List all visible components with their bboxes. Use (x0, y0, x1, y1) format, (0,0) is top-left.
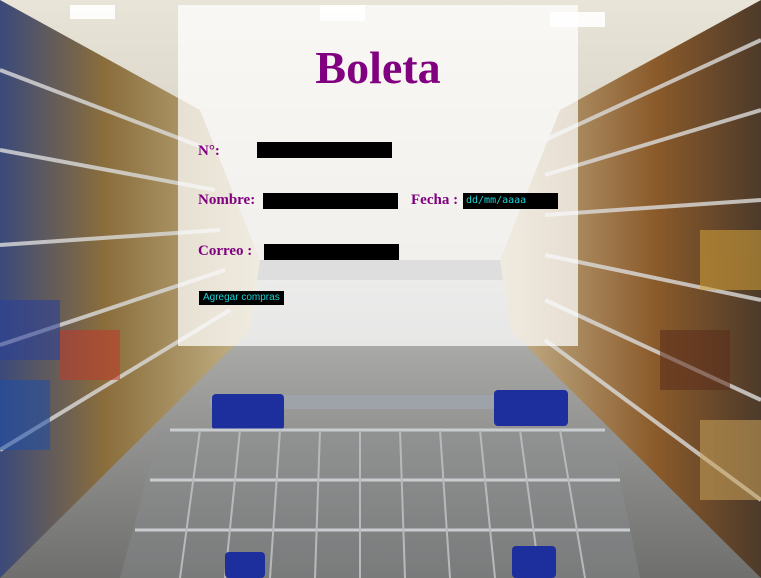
page-title: Boleta (315, 42, 441, 93)
email-label: Correo : (198, 243, 253, 259)
date-field[interactable]: dd/mm/aaaa (463, 193, 558, 209)
receipt-form-panel: Boleta N°: Nombre: Fecha : dd/mm/aaaa Co… (178, 5, 578, 346)
email-field[interactable] (264, 244, 399, 260)
name-label: Nombre: (198, 192, 256, 208)
add-purchases-button[interactable]: Agregar compras (199, 291, 284, 305)
number-field[interactable] (257, 142, 392, 158)
number-label: N°: (198, 143, 220, 159)
name-field[interactable] (263, 193, 398, 209)
date-label: Fecha : (411, 192, 459, 208)
